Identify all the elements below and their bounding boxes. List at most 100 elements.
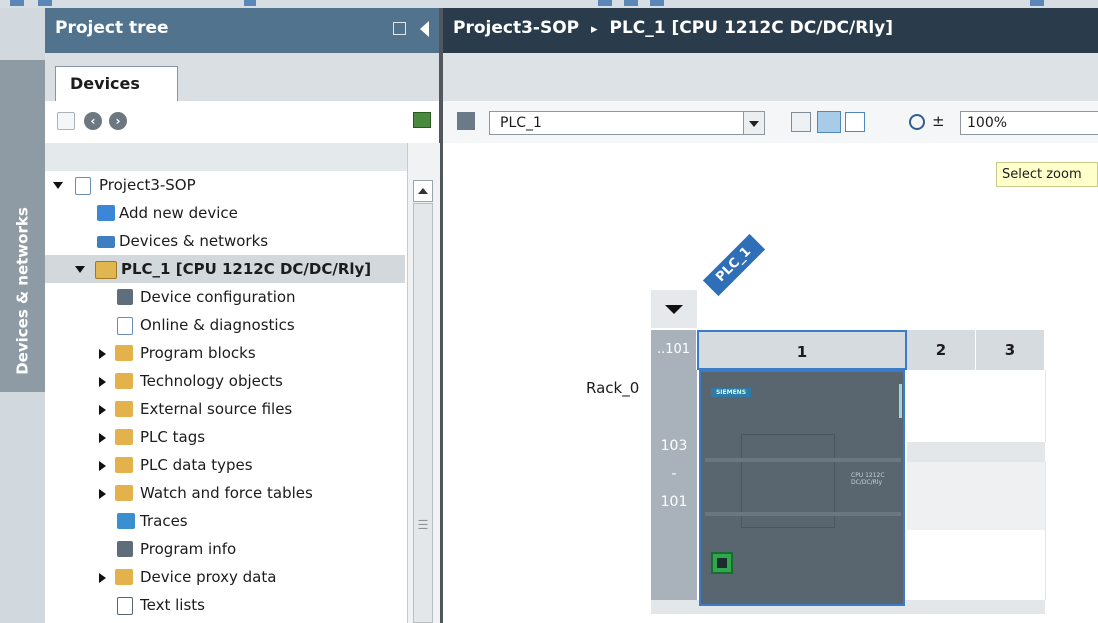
- tree-item-label: Project3-SOP: [99, 176, 196, 194]
- slot-header-3[interactable]: 3: [976, 330, 1045, 370]
- plc-icon: [95, 261, 117, 279]
- slot-header-2[interactable]: 2: [907, 330, 976, 370]
- tree-tab-row: Devices: [45, 53, 439, 101]
- left-rail: Devices & networks: [0, 8, 46, 623]
- breadcrumb-project[interactable]: Project3-SOP: [453, 18, 579, 38]
- slot-2-cell-bottom[interactable]: [907, 530, 977, 600]
- slot-label-101: 101: [660, 494, 688, 510]
- io-bar: [705, 458, 901, 462]
- expand-right-icon[interactable]: [99, 433, 106, 443]
- rack: ..101 1 2 3 103 - 101 SIEMENS CPU 1212C …: [651, 330, 1046, 614]
- add-device-icon: [97, 205, 115, 221]
- breadcrumb-device[interactable]: PLC_1 [CPU 1212C DC/DC/Rly]: [610, 18, 894, 38]
- zoom-tooltip: Select zoom: [996, 162, 1098, 187]
- editor-tab-strip: [443, 53, 1098, 101]
- collapse-arrow-icon[interactable]: [651, 290, 697, 328]
- expand-right-icon[interactable]: [99, 405, 106, 415]
- grid-icon[interactable]: [845, 112, 865, 132]
- device-config-icon: [117, 289, 133, 305]
- tree-item-label: Program info: [140, 540, 237, 558]
- tree-item-label: PLC tags: [140, 428, 206, 446]
- device-network-switch-icon[interactable]: [457, 112, 475, 130]
- overview-table-icon[interactable]: [413, 112, 431, 128]
- editor-header: Project3-SOP ▸ PLC_1 [CPU 1212C DC/DC/Rl…: [443, 8, 1098, 53]
- project-tree-header: Project tree: [45, 8, 439, 53]
- breadcrumb: Project3-SOP ▸ PLC_1 [CPU 1212C DC/DC/Rl…: [453, 18, 893, 38]
- scroll-thumb[interactable]: — — —: [413, 203, 433, 623]
- scroll-up-button[interactable]: [413, 180, 433, 202]
- tree-item-label: Program blocks: [140, 344, 256, 362]
- tree-item-plc-tags[interactable]: PLC tags: [45, 423, 405, 451]
- tree-item-external-source-files[interactable]: External source files: [45, 395, 405, 423]
- tree-item-device-configuration[interactable]: Device configuration: [45, 283, 405, 311]
- tree-item-text-lists[interactable]: Text lists: [45, 591, 405, 619]
- tree-item-project[interactable]: Project3-SOP: [45, 171, 405, 199]
- slot-header-101[interactable]: ..101: [651, 330, 697, 370]
- new-item-icon[interactable]: [57, 112, 75, 130]
- comm-module-column[interactable]: 103 - 101: [651, 370, 697, 614]
- tab-devices[interactable]: Devices: [55, 66, 178, 101]
- rack-view-icon[interactable]: [791, 112, 811, 132]
- tree-item-plc-data-types[interactable]: PLC data types: [45, 451, 405, 479]
- tree-item-watch-force-tables[interactable]: Watch and force tables: [45, 479, 405, 507]
- collapse-left-icon[interactable]: [420, 21, 429, 37]
- slot-label-dash: -: [671, 466, 677, 482]
- tree-item-label: Online & diagnostics: [140, 316, 295, 334]
- tree-item-technology-objects[interactable]: Technology objects: [45, 367, 405, 395]
- slot-3-cell-bottom[interactable]: [976, 530, 1046, 600]
- diagnostics-icon: [117, 317, 133, 335]
- tree-scrollbar[interactable]: — — —: [407, 143, 440, 623]
- cpu-model-line2: DC/DC/Rly: [851, 479, 883, 486]
- plc-tag-label[interactable]: PLC_1: [702, 233, 766, 297]
- slot-2-cell[interactable]: [907, 370, 977, 442]
- folder-icon: [115, 569, 133, 585]
- expand-right-icon[interactable]: [99, 349, 106, 359]
- zoom-step-icon[interactable]: ±: [932, 112, 945, 130]
- slot-header-1[interactable]: 1: [697, 330, 907, 370]
- device-editor: Project3-SOP ▸ PLC_1 [CPU 1212C DC/DC/Rl…: [443, 8, 1098, 623]
- rail-tab-label: Devices & networks: [13, 207, 32, 375]
- profinet-port-icon[interactable]: [711, 552, 733, 574]
- device-select-value: PLC_1: [500, 115, 542, 131]
- text-list-icon: [117, 597, 133, 615]
- slot-3-cell-lower[interactable]: [976, 462, 1046, 530]
- expand-right-icon[interactable]: [99, 573, 106, 583]
- project-tree-list: Project3-SOP Add new device Devices & ne…: [45, 171, 405, 623]
- tree-item-label: Technology objects: [140, 372, 283, 390]
- expand-right-icon[interactable]: [99, 461, 106, 471]
- chevron-down-icon[interactable]: [743, 112, 764, 134]
- tree-item-traces[interactable]: Traces: [45, 507, 405, 535]
- folder-icon: [115, 373, 133, 389]
- expand-right-icon[interactable]: [99, 377, 106, 387]
- folder-icon: [115, 401, 133, 417]
- tree-item-devices-networks[interactable]: Devices & networks: [45, 227, 405, 255]
- tree-item-online-diagnostics[interactable]: Online & diagnostics: [45, 311, 405, 339]
- slot-3-cell[interactable]: [976, 370, 1046, 442]
- cpu-module[interactable]: SIEMENS CPU 1212C DC/DC/Rly: [699, 370, 905, 606]
- tree-item-label: Watch and force tables: [140, 484, 313, 502]
- expand-down-icon[interactable]: [75, 266, 85, 273]
- grip-icon: — — —: [418, 515, 428, 534]
- breadcrumb-separator-icon: ▸: [591, 22, 598, 37]
- devices-networks-rail-tab[interactable]: Devices & networks: [0, 60, 45, 392]
- tree-spacer: [45, 143, 407, 171]
- cpu-status-strip: [899, 384, 902, 418]
- zoom-input[interactable]: 100%: [960, 111, 1098, 135]
- network-icon: [97, 236, 115, 248]
- slot-2-cell-lower[interactable]: [907, 462, 977, 530]
- zoom-icon[interactable]: [909, 114, 925, 130]
- expand-right-icon[interactable]: [99, 489, 106, 499]
- show-module-labels-icon[interactable]: [817, 111, 841, 133]
- tree-item-program-blocks[interactable]: Program blocks: [45, 339, 405, 367]
- tree-item-program-info[interactable]: Program info: [45, 535, 405, 563]
- tree-item-plc-1[interactable]: PLC_1 [CPU 1212C DC/DC/Rly]: [45, 255, 405, 283]
- tree-item-add-new-device[interactable]: Add new device: [45, 199, 405, 227]
- forward-icon[interactable]: ›: [109, 112, 127, 130]
- folder-icon: [115, 345, 133, 361]
- panel-layout-icon[interactable]: [393, 22, 406, 35]
- back-icon[interactable]: ‹: [84, 112, 102, 130]
- tree-item-label: Traces: [140, 512, 188, 530]
- device-select[interactable]: PLC_1: [489, 111, 765, 135]
- expand-down-icon[interactable]: [53, 182, 63, 189]
- tree-item-device-proxy-data[interactable]: Device proxy data: [45, 563, 405, 591]
